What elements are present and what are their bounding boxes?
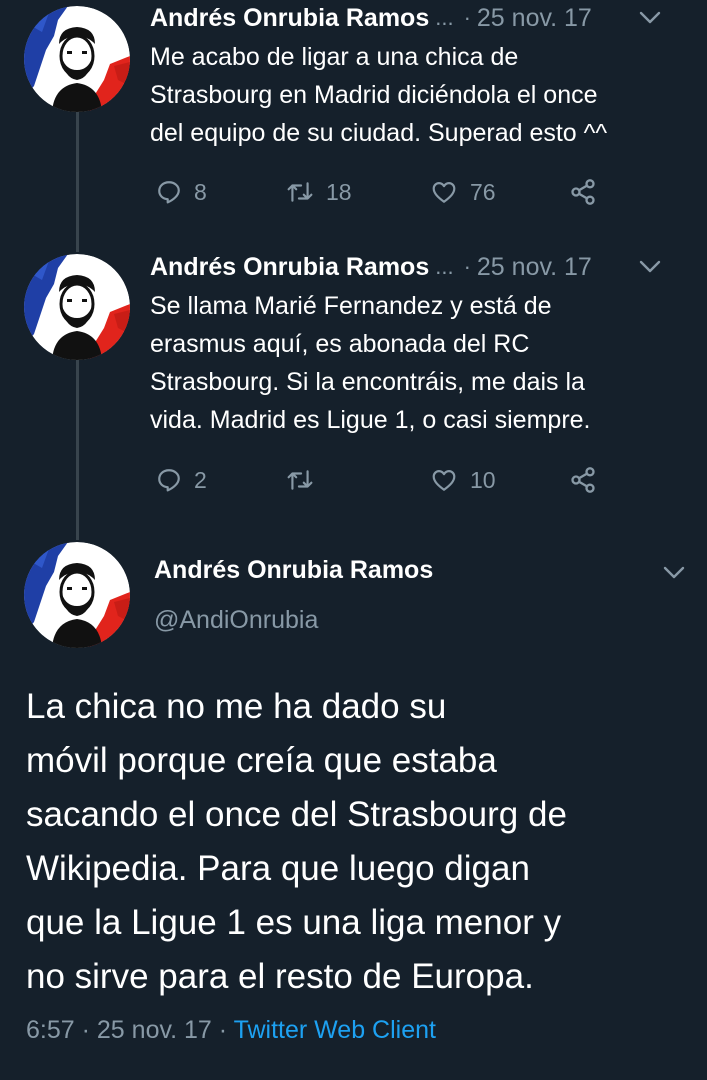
- avatar-image: [24, 254, 130, 360]
- author-name[interactable]: Andrés Onrubia Ramos: [150, 4, 429, 33]
- tweet-text-line: Wikipedia. Para que luego digan: [26, 849, 530, 888]
- avatar[interactable]: [24, 542, 130, 648]
- author-name[interactable]: Andrés Onrubia Ramos: [154, 556, 433, 585]
- main-tweet-text: La chica no me ha dado su móvil porque c…: [26, 680, 677, 1004]
- author-name[interactable]: Andrés Onrubia Ramos: [150, 253, 429, 282]
- thread-connector-line: [76, 112, 79, 252]
- share-button[interactable]: [568, 460, 598, 500]
- share-icon: [568, 178, 598, 206]
- chevron-down-icon[interactable]: [639, 11, 661, 25]
- separator-dot: ·: [218, 1016, 228, 1044]
- like-count: 10: [470, 466, 496, 493]
- avatar-image: [24, 6, 130, 112]
- tweet-header: Andrés Onrubia Ramos ... · 25 nov. 17: [150, 249, 687, 285]
- author-handle[interactable]: @AndiOnrubia: [154, 606, 318, 635]
- thread-connector-line: [76, 360, 79, 540]
- like-button[interactable]: 76: [430, 172, 496, 212]
- name-ellipsis: ...: [435, 254, 454, 279]
- tweet-text: Se llama Marié Fernandez y está de erasm…: [150, 287, 685, 439]
- tweet-text-line: móvil porque creía que estaba: [26, 741, 497, 780]
- separator-dot: ·: [463, 254, 471, 279]
- tweet-text-line: erasmus aquí, es abonada del RC: [150, 330, 530, 358]
- tweet-header: Andrés Onrubia Ramos ... · 25 nov. 17: [150, 0, 687, 36]
- name-ellipsis: ...: [435, 5, 454, 30]
- share-icon: [568, 466, 598, 494]
- heart-icon: [430, 467, 458, 493]
- reply-count: 8: [194, 178, 207, 205]
- avatar[interactable]: [24, 6, 130, 112]
- tweet-text-line: La chica no me ha dado su: [26, 687, 447, 726]
- reply-button[interactable]: 2: [156, 460, 207, 500]
- tweet-text-line: del equipo de su ciudad. Superad esto ^^: [150, 119, 608, 147]
- tweet-time[interactable]: 6:57: [26, 1016, 75, 1044]
- tweet-date[interactable]: 25 nov. 17: [477, 4, 592, 33]
- chevron-down-icon[interactable]: [639, 260, 661, 274]
- chevron-down-icon[interactable]: [663, 566, 685, 580]
- reply-icon: [156, 179, 182, 205]
- tweet-text-line: vida. Madrid es Ligue 1, o casi siempre.: [150, 406, 591, 434]
- client-link[interactable]: Twitter Web Client: [234, 1016, 436, 1044]
- retweet-icon: [286, 179, 314, 205]
- retweet-icon: [286, 467, 314, 493]
- tweet-date[interactable]: 25 nov. 17: [477, 253, 592, 282]
- retweet-button[interactable]: [286, 460, 326, 500]
- tweet-date[interactable]: 25 nov. 17: [97, 1016, 212, 1044]
- tweet-text: Me acabo de ligar a una chica de Strasbo…: [150, 38, 685, 152]
- retweet-button[interactable]: 18: [286, 172, 352, 212]
- avatar-image: [24, 542, 130, 648]
- reply-count: 2: [194, 466, 207, 493]
- tweet-text-line: sacando el once del Strasbourg de: [26, 795, 567, 834]
- tweet-text-line: Strasbourg. Si la encontráis, me dais la: [150, 368, 585, 396]
- tweet-text-line: Strasbourg en Madrid diciéndola el once: [150, 81, 598, 109]
- avatar[interactable]: [24, 254, 130, 360]
- reply-button[interactable]: 8: [156, 172, 207, 212]
- share-button[interactable]: [568, 172, 598, 212]
- heart-icon: [430, 179, 458, 205]
- reply-icon: [156, 467, 182, 493]
- like-count: 76: [470, 178, 496, 205]
- retweet-count: 18: [326, 178, 352, 205]
- tweet-text-line: que la Ligue 1 es una liga menor y: [26, 903, 562, 942]
- separator-dot: ·: [81, 1016, 90, 1044]
- like-button[interactable]: 10: [430, 460, 496, 500]
- tweet-text-line: Se llama Marié Fernandez y está de: [150, 292, 552, 320]
- tweet-text-line: Me acabo de ligar a una chica de: [150, 43, 519, 71]
- separator-dot: ·: [463, 5, 471, 30]
- tweet-text-line: no sirve para el resto de Europa.: [26, 957, 534, 996]
- tweet-meta: 6:57 · 25 nov. 17 · Twitter Web Client: [26, 1016, 436, 1045]
